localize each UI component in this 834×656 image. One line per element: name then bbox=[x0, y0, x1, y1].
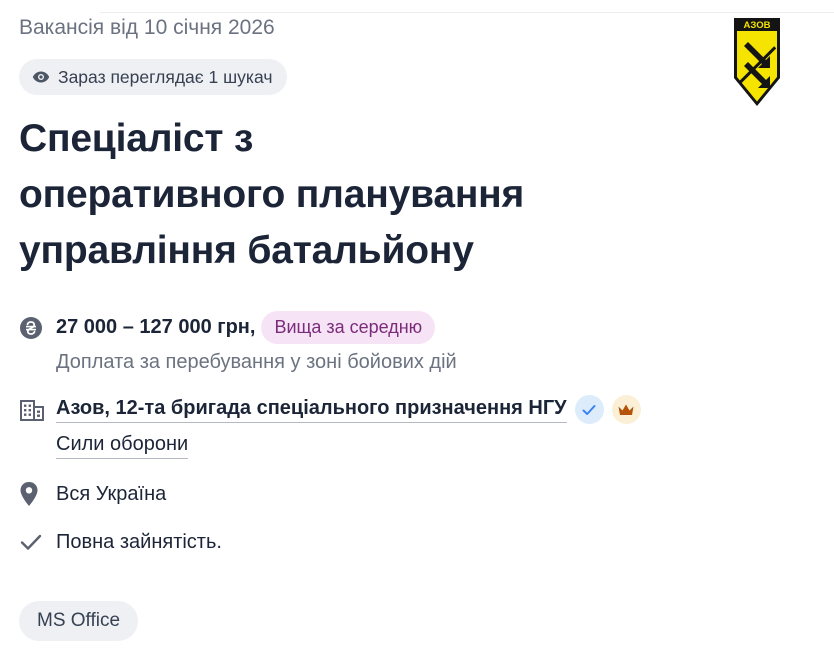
map-pin-icon bbox=[19, 481, 45, 507]
svg-text:АЗОВ: АЗОВ bbox=[744, 20, 771, 31]
checkmark-icon bbox=[19, 529, 45, 555]
posted-date: Вакансія від 10 січня 2026 bbox=[19, 16, 275, 39]
salary-bonus-note: Доплата за перебування у зоні бойових ді… bbox=[56, 351, 457, 373]
hryvnia-icon bbox=[19, 315, 45, 341]
company-link[interactable]: Азов, 12-та бригада спеціального признач… bbox=[56, 397, 567, 423]
skill-tag[interactable]: MS Office bbox=[19, 601, 139, 641]
employment-type: Повна зайнятість. bbox=[56, 530, 222, 553]
location-row: Вся Україна bbox=[19, 481, 166, 507]
employment-row: Повна зайнятість. bbox=[19, 529, 222, 555]
crown-icon[interactable] bbox=[611, 395, 641, 424]
eye-icon bbox=[32, 70, 50, 84]
top-divider bbox=[100, 12, 834, 13]
title-line: Спеціаліст з bbox=[19, 117, 254, 160]
viewers-badge: Зараз переглядає 1 шукач bbox=[19, 59, 288, 95]
title-line: оперативного планування bbox=[19, 173, 525, 216]
company-logo[interactable]: АЗОВ bbox=[732, 16, 782, 108]
title-line: управління батальйону bbox=[19, 229, 474, 272]
category-link[interactable]: Сили оборони bbox=[56, 433, 189, 459]
salary-above-average-badge: Вища за середню bbox=[261, 311, 436, 344]
page-title: Спеціаліст з оперативного планування упр… bbox=[19, 111, 659, 279]
viewers-label: Зараз переглядає 1 шукач bbox=[58, 66, 273, 87]
location-label: Вся Україна bbox=[56, 482, 167, 505]
check-badge-icon[interactable] bbox=[574, 395, 604, 424]
building-icon bbox=[19, 397, 45, 423]
salary-range: 27 000 – 127 000 грн, bbox=[56, 316, 256, 338]
company-row: Азов, 12-та бригада спеціального признач… bbox=[19, 395, 641, 424]
salary-row: 27 000 – 127 000 грн, Вища за середню bbox=[19, 311, 436, 344]
